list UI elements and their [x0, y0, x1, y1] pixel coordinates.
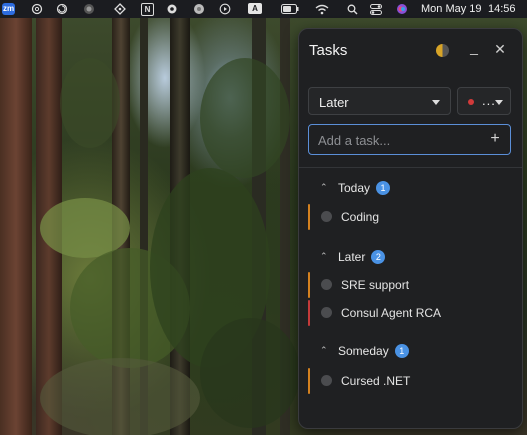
close-button[interactable]: ✕ — [492, 41, 508, 57]
task-checkbox[interactable] — [321, 279, 332, 290]
settings-spiral-icon[interactable] — [55, 2, 69, 16]
font-icon[interactable]: A — [248, 3, 262, 14]
group-name: Someday — [338, 344, 389, 358]
color-select[interactable]: ... — [457, 87, 511, 115]
chevron-up-icon[interactable]: ⌃ — [320, 345, 328, 356]
theme-toggle-icon[interactable] — [436, 44, 449, 57]
task-checkbox[interactable] — [321, 307, 332, 318]
menubar-date[interactable]: Mon May 19 — [421, 3, 482, 15]
count-badge: 2 — [371, 250, 386, 264]
battery-icon[interactable] — [281, 2, 299, 16]
group-header-someday[interactable]: Someday 1 — [338, 343, 409, 359]
task-color-bar — [308, 204, 310, 230]
task-label: Coding — [341, 210, 380, 224]
count-badge: 1 — [376, 181, 391, 195]
task-checkbox[interactable] — [321, 211, 332, 222]
group-header-later[interactable]: Later 2 — [338, 249, 386, 265]
group-header-today[interactable]: Today 1 — [338, 180, 391, 196]
tasks-panel: Tasks _ ✕ Later ... + ⌃ Today 1 Coding ⌃… — [298, 28, 523, 429]
divider — [299, 167, 522, 168]
task-label: Cursed .NET — [341, 374, 411, 388]
menubar-time[interactable]: 14:56 — [488, 3, 516, 15]
chevron-down-icon — [432, 100, 440, 105]
task-row[interactable]: Coding — [308, 204, 508, 230]
panel-title: Tasks — [309, 42, 348, 59]
task-row[interactable]: Consul Agent RCA — [308, 300, 508, 326]
foliage — [200, 318, 300, 428]
openai-icon[interactable] — [30, 2, 44, 16]
menu-bar: zm N A Mon May 19 14:56 — [0, 0, 527, 18]
notion-icon[interactable]: N — [141, 3, 154, 16]
task-label: SRE support — [341, 278, 410, 292]
chrome-icon[interactable] — [192, 2, 206, 16]
siri-icon[interactable] — [395, 2, 409, 16]
task-color-bar — [308, 300, 310, 326]
minimize-button[interactable]: _ — [466, 39, 482, 57]
add-task-input[interactable] — [318, 131, 478, 149]
task-label: Consul Agent RCA — [341, 306, 442, 320]
add-task-button[interactable]: + — [485, 128, 505, 150]
foliage — [40, 358, 200, 435]
color-select-value: ... — [482, 93, 496, 108]
color-dot-icon — [468, 99, 474, 105]
gear-icon[interactable] — [165, 2, 179, 16]
task-row[interactable]: SRE support — [308, 272, 508, 298]
wifi-icon[interactable] — [315, 2, 329, 16]
slack-icon[interactable] — [113, 2, 127, 16]
record-icon[interactable] — [82, 2, 96, 16]
play-icon[interactable] — [218, 2, 232, 16]
chevron-up-icon[interactable]: ⌃ — [320, 182, 328, 193]
task-color-bar — [308, 272, 310, 298]
task-color-bar — [308, 368, 310, 394]
control-center-icon[interactable] — [369, 2, 383, 16]
foliage — [200, 58, 290, 178]
list-select[interactable]: Later — [308, 87, 451, 115]
task-row[interactable]: Cursed .NET — [308, 368, 508, 394]
tree-trunk — [0, 18, 32, 435]
add-task-field[interactable]: + — [308, 124, 511, 155]
group-name: Later — [338, 250, 366, 264]
chevron-up-icon[interactable]: ⌃ — [320, 251, 328, 262]
search-icon[interactable] — [345, 2, 359, 16]
group-name: Today — [338, 181, 371, 195]
list-select-value: Later — [319, 95, 349, 110]
zoom-icon[interactable]: zm — [2, 3, 15, 15]
count-badge: 1 — [394, 344, 409, 358]
chevron-down-icon — [495, 100, 503, 105]
foliage — [60, 58, 120, 148]
task-checkbox[interactable] — [321, 375, 332, 386]
